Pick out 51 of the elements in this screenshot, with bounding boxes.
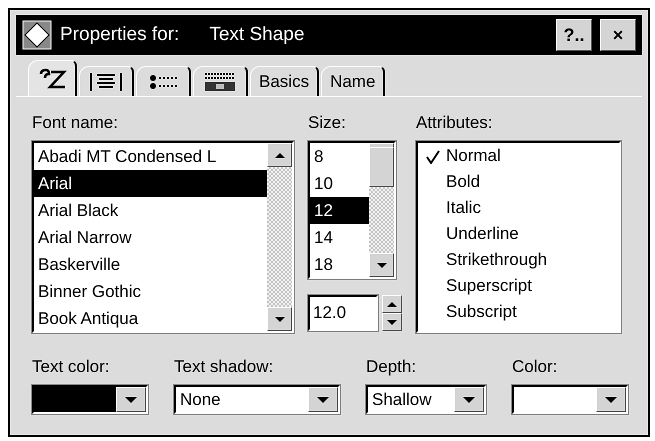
size-item[interactable]: 8 [310,143,369,170]
tab[interactable]: Name [321,66,386,96]
size-label: Size: [308,113,347,133]
tab[interactable] [79,66,134,96]
attributes-list[interactable]: Normal Bold Italic Underline Strikethrough Superscript Subscript [416,141,621,333]
size-field[interactable]: 12.0 [308,295,378,331]
tab[interactable] [28,60,77,96]
tab[interactable] [136,66,191,96]
font-item[interactable]: Arial Narrow [34,224,267,251]
align-icon [88,70,124,92]
close-button[interactable]: × [600,19,636,51]
attribute-option[interactable]: Normal [446,143,501,169]
window-title-label: Properties for: [60,22,180,47]
font-list[interactable]: Abadi MT Condensed L Arial Arial Black Arial Narrow Baskerville Binner Gothic Book Antiqua [32,141,294,333]
attribute-option[interactable]: Strikethrough [446,247,548,273]
size-item[interactable]: 14 [310,224,369,251]
attribute-option[interactable]: Subscript [446,299,517,325]
dropdown[interactable]: Shallow [366,385,486,414]
font-item[interactable]: Binner Gothic [34,278,267,305]
size-list[interactable]: 8 10 12 14 18 [308,141,396,279]
attributes-label: Attributes: [416,113,494,133]
window-title: Text Shape [209,22,304,47]
font-icon [37,68,67,90]
scrollbar[interactable] [369,143,394,277]
dropdown[interactable]: None [174,385,340,414]
font-item[interactable]: Book Antiqua [34,305,267,331]
dropdown-label: Color: [512,357,558,377]
dropdown-label: Depth: [366,357,418,377]
dropdown-label: Text shadow: [174,357,274,377]
attribute-option[interactable]: Superscript [446,273,532,299]
size-item[interactable]: 12 [310,197,369,224]
fill-icon [202,70,238,92]
size-item[interactable]: 10 [310,170,369,197]
dropdown[interactable] [32,385,148,414]
font-item[interactable]: Arial [34,170,267,197]
attribute-option[interactable]: Bold [446,169,480,195]
dropdown-label: Text color: [32,357,110,377]
spinner[interactable] [382,295,402,331]
tab[interactable]: Basics [250,66,320,96]
attribute-option[interactable]: Italic [446,195,481,221]
font-item[interactable]: Arial Black [34,197,267,224]
attribute-option[interactable]: Underline [446,221,519,247]
font-item[interactable]: Baskerville [34,251,267,278]
font-item[interactable]: Abadi MT Condensed L [34,143,267,170]
dropdown[interactable] [512,385,628,414]
app-icon [22,20,52,50]
scrollbar[interactable] [267,143,292,331]
font-name-label: Font name: [32,113,119,133]
size-item[interactable]: 18 [310,251,369,277]
tab[interactable] [193,66,248,96]
help-button[interactable]: ?.. [556,19,592,51]
